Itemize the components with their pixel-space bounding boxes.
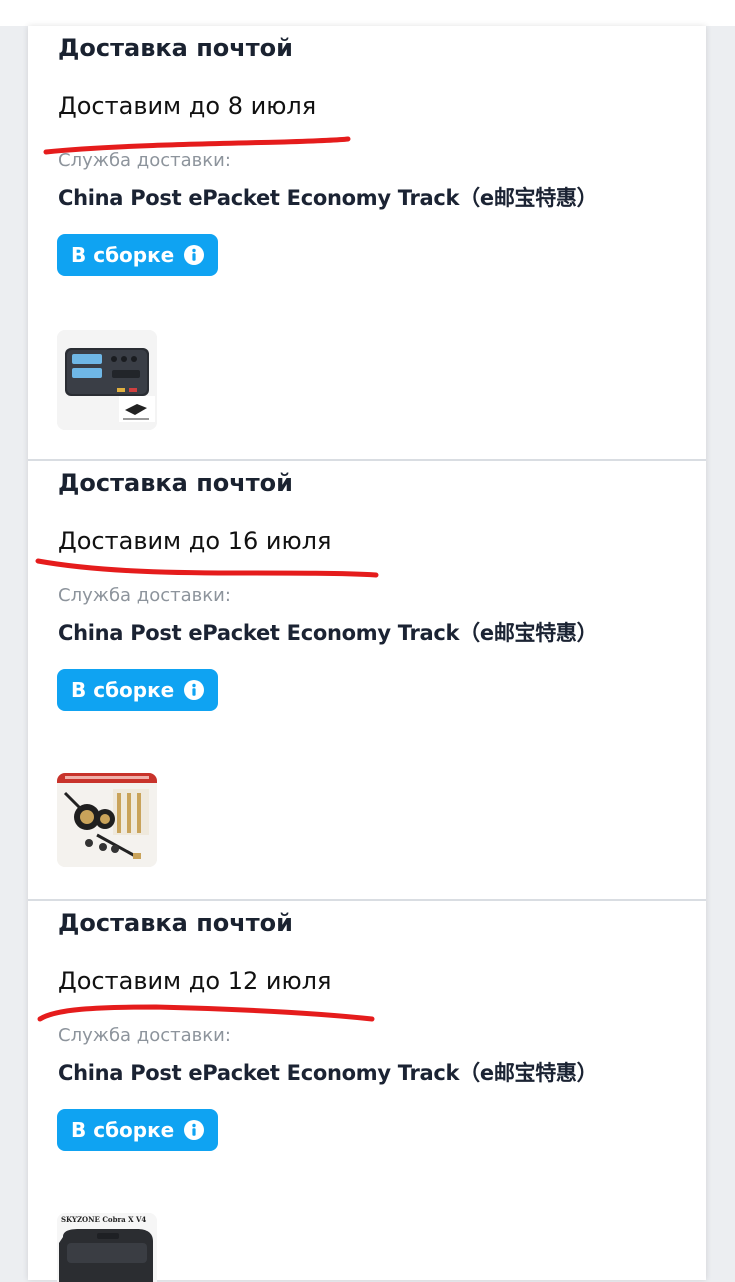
product-image-text: SKYZONE Cobra X V4: [61, 1215, 146, 1224]
battery-charger-image: [57, 330, 157, 430]
info-icon[interactable]: [184, 680, 205, 700]
delivery-method-title: Доставка почтой: [58, 909, 293, 937]
status-badge[interactable]: В сборке: [57, 669, 219, 711]
red-annotation-underline: [35, 558, 379, 578]
status-badge-label: В сборке: [71, 1118, 175, 1142]
antenna-kit-image: [57, 773, 157, 867]
delivery-method-title: Доставка почтой: [58, 34, 293, 62]
service-label: Служба доставки:: [58, 585, 231, 606]
delivery-date: Доставим до 8 июля: [58, 92, 317, 120]
product-thumbnail[interactable]: [57, 330, 157, 430]
status-badge-label: В сборке: [71, 243, 175, 267]
service-name: China Post ePacket Economy Track（e邮宝特惠）: [58, 186, 598, 210]
shipments-panel: Доставка почтой Доставим до 8 июля Служб…: [28, 26, 706, 1282]
service-name: China Post ePacket Economy Track（e邮宝特惠）: [58, 1061, 598, 1085]
shipment-card: Доставка почтой Доставим до 16 июля Служ…: [28, 459, 706, 901]
top-strip: [0, 0, 735, 26]
fpv-goggles-image: SKYZONE Cobra X V4: [57, 1213, 157, 1282]
status-badge[interactable]: В сборке: [57, 1109, 219, 1151]
shipment-card: Доставка почтой Доставим до 8 июля Служб…: [28, 26, 706, 466]
red-annotation-underline: [43, 136, 351, 155]
delivery-date: Доставим до 16 июля: [58, 527, 332, 555]
red-annotation-underline: [37, 1004, 375, 1022]
info-icon[interactable]: [184, 1120, 205, 1140]
delivery-date: Доставим до 12 июля: [58, 967, 332, 995]
shipment-card: Доставка почтой Доставим до 12 июля Служ…: [28, 899, 706, 1282]
service-name: China Post ePacket Economy Track（e邮宝特惠）: [58, 621, 598, 645]
info-icon[interactable]: [184, 245, 205, 265]
delivery-method-title: Доставка почтой: [58, 469, 293, 497]
product-thumbnail[interactable]: [57, 773, 157, 867]
status-badge[interactable]: В сборке: [57, 234, 219, 276]
product-thumbnail[interactable]: SKYZONE Cobra X V4: [57, 1213, 157, 1282]
status-badge-label: В сборке: [71, 678, 175, 702]
